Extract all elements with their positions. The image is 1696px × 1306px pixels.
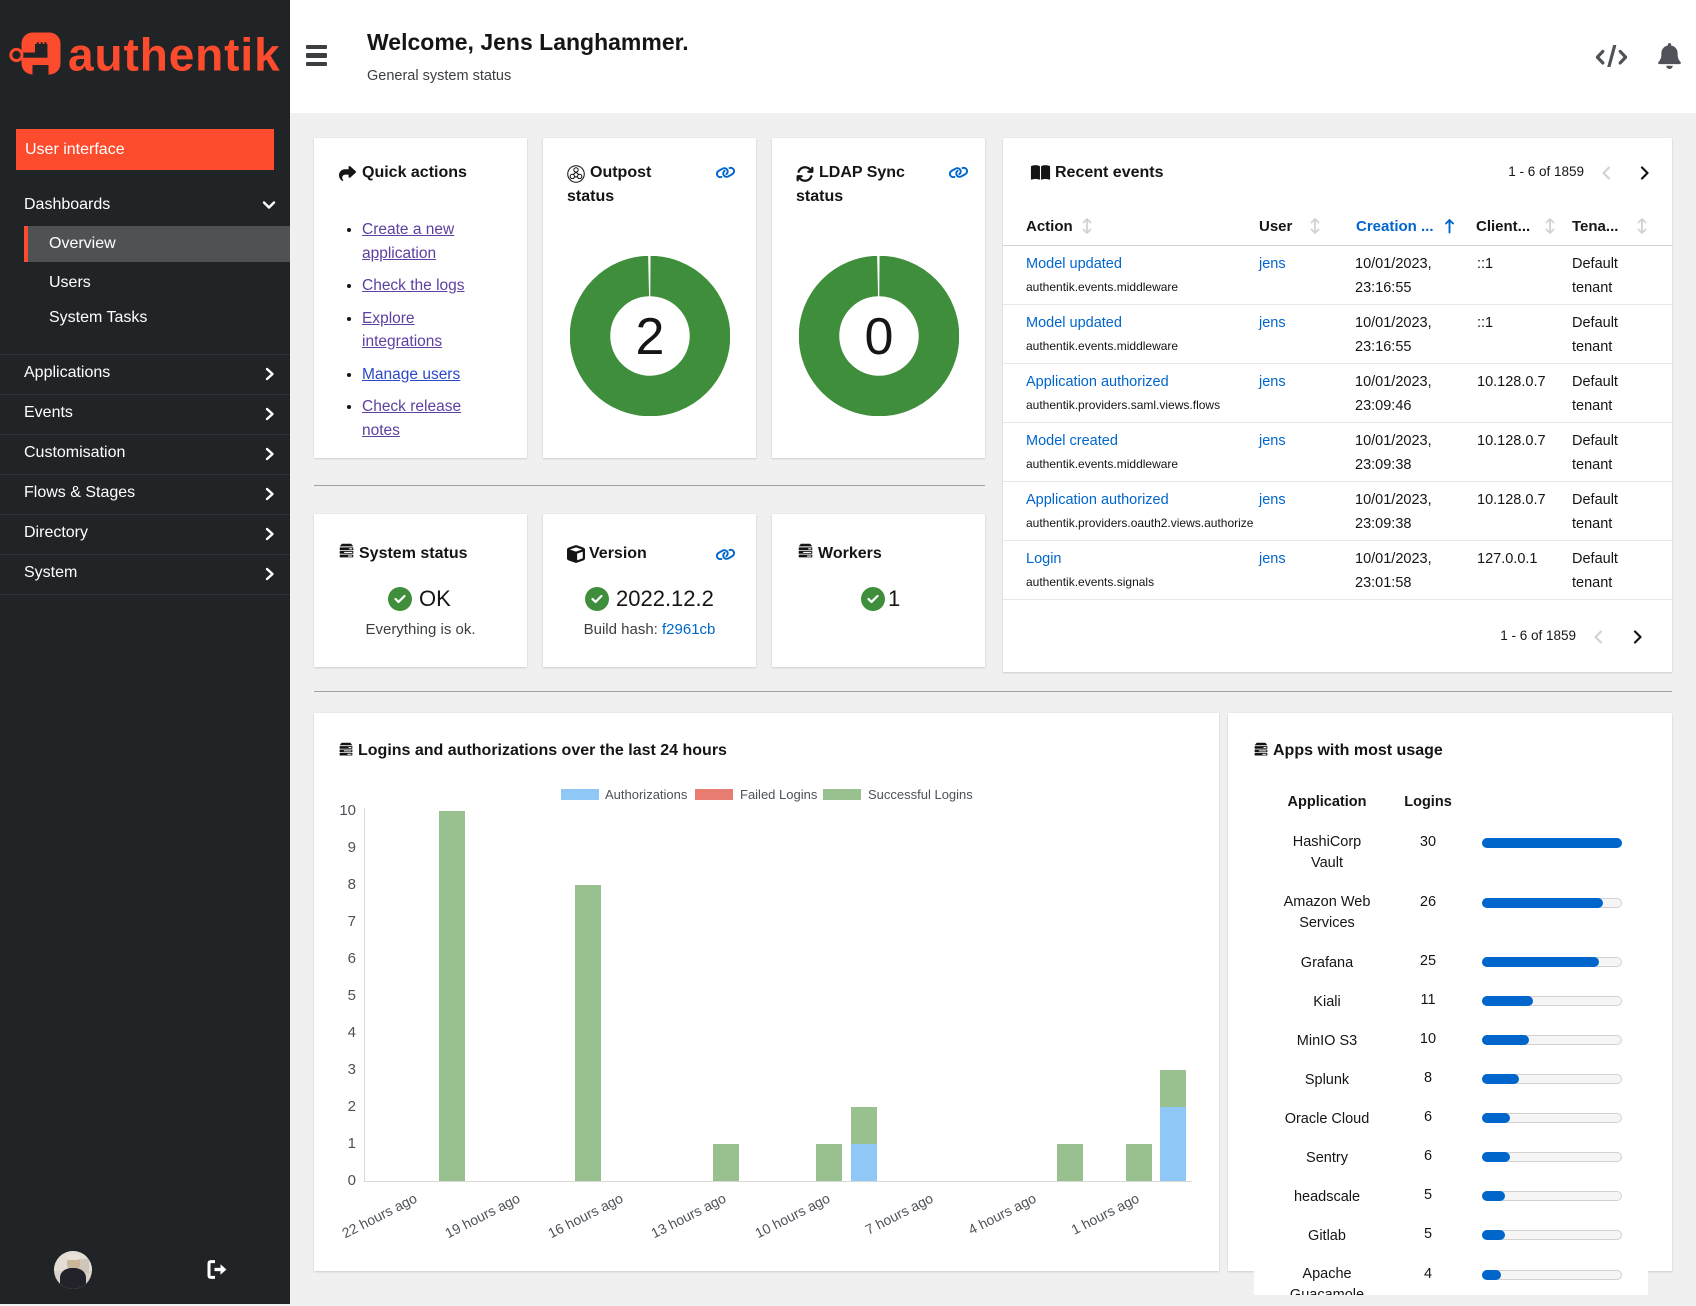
svg-text:0: 0 <box>865 308 894 366</box>
svg-text:2: 2 <box>636 308 665 366</box>
svg-text:authentik: authentik <box>68 29 281 81</box>
